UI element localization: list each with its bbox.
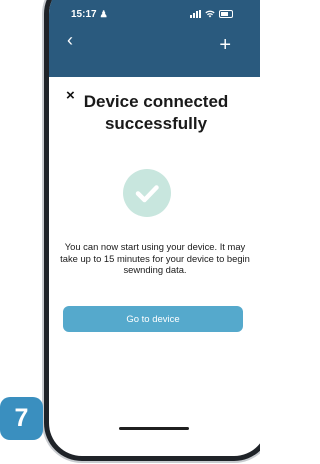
go-to-device-button[interactable]: Go to device <box>63 306 243 332</box>
status-bar: 15:17 ♟ <box>49 9 260 23</box>
status-time: 15:17 ♟ <box>71 9 108 20</box>
phone-frame: 15:17 ♟ ‹ + × Device connected successfu… <box>44 0 260 461</box>
status-icons <box>190 10 233 18</box>
person-icon: ♟ <box>99 9 108 19</box>
screenshot-stage: 15:17 ♟ ‹ + × Device connected successfu… <box>0 0 260 464</box>
battery-icon <box>219 10 233 18</box>
home-indicator[interactable] <box>119 427 189 430</box>
wifi-icon <box>205 10 215 18</box>
dialog-title: Device connected successfully <box>83 92 229 133</box>
dialog-message: You can now start using your device. It … <box>60 241 250 275</box>
signal-icon <box>190 10 201 18</box>
step-number-badge: 7 <box>0 397 43 440</box>
status-time-text: 15:17 <box>71 9 97 20</box>
check-circle-icon <box>123 169 171 217</box>
back-button[interactable]: ‹ <box>67 31 73 49</box>
phone-screen: 15:17 ♟ ‹ + × Device connected successfu… <box>49 0 260 456</box>
add-button[interactable]: + <box>219 35 231 55</box>
checkmark-icon <box>135 185 159 203</box>
